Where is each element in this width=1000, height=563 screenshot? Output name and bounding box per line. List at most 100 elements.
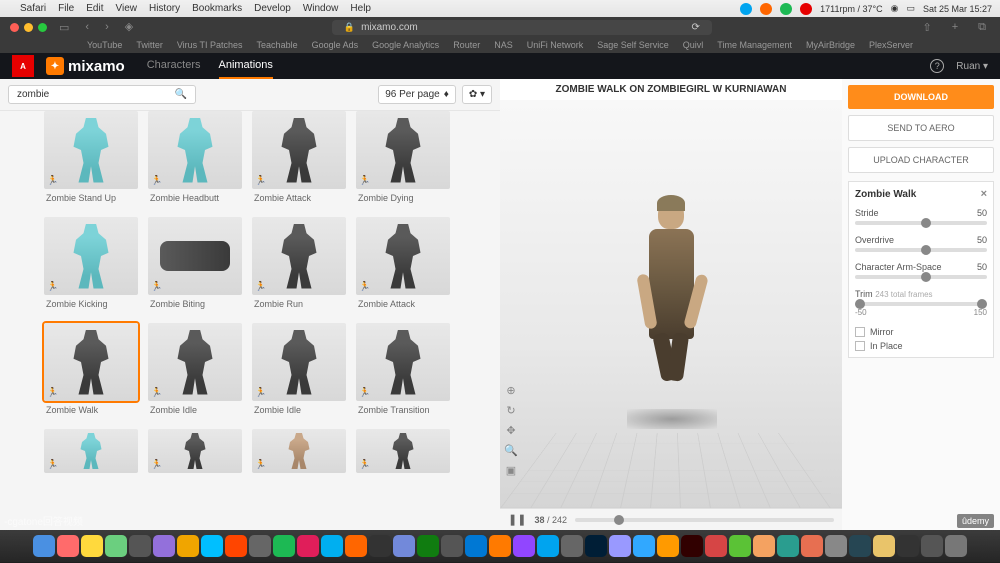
animation-card[interactable]: 🏃Zombie Attack [356, 217, 450, 313]
dock-app-icon[interactable] [513, 535, 535, 557]
settings-button[interactable]: ✿ ▾ [462, 85, 492, 104]
dock-app-icon[interactable] [801, 535, 823, 557]
animation-card[interactable]: 🏃Zombie Run [252, 217, 346, 313]
dock-app-icon[interactable] [393, 535, 415, 557]
slider-thumb[interactable] [921, 272, 931, 282]
battery-icon[interactable]: ▭ [906, 3, 915, 14]
bookmark-item[interactable]: NAS [494, 40, 513, 50]
dock-app-icon[interactable] [657, 535, 679, 557]
tab-characters[interactable]: Characters [147, 53, 201, 79]
back-button[interactable]: ‹ [81, 21, 93, 33]
dock-app-icon[interactable] [561, 535, 583, 557]
mirror-checkbox[interactable]: Mirror [855, 327, 987, 337]
menu-edit[interactable]: Edit [86, 3, 103, 14]
rotate-tool-icon[interactable]: ↻ [504, 404, 518, 418]
dock-app-icon[interactable] [825, 535, 847, 557]
dock-app-icon[interactable] [777, 535, 799, 557]
dock-app-icon[interactable] [921, 535, 943, 557]
bookmark-item[interactable]: Sage Self Service [597, 40, 669, 50]
status-icon[interactable] [760, 3, 772, 15]
tab-animations[interactable]: Animations [219, 53, 273, 79]
bookmark-item[interactable]: Virus TI Patches [177, 40, 243, 50]
dock-app-icon[interactable] [297, 535, 319, 557]
dock-app-icon[interactable] [537, 535, 559, 557]
slider-track[interactable] [855, 221, 987, 225]
dock-app-icon[interactable] [369, 535, 391, 557]
dock-app-icon[interactable] [873, 535, 895, 557]
timeline-thumb[interactable] [614, 515, 624, 525]
trim-thumb-end[interactable] [977, 299, 987, 309]
animation-card[interactable]: 🏃 [44, 429, 138, 473]
dock-app-icon[interactable] [705, 535, 727, 557]
slider-track[interactable] [855, 275, 987, 279]
trim-thumb-start[interactable] [855, 299, 865, 309]
trim-slider[interactable] [855, 302, 987, 306]
bookmark-item[interactable]: PlexServer [869, 40, 913, 50]
tabs-icon[interactable]: ⧉ [974, 21, 990, 34]
menu-help[interactable]: Help [350, 3, 371, 14]
animation-card[interactable]: 🏃Zombie Transition [356, 323, 450, 419]
bookmark-item[interactable]: Quivl [683, 40, 704, 50]
dock-app-icon[interactable] [345, 535, 367, 557]
status-icon[interactable] [780, 3, 792, 15]
fan-temp-status[interactable]: 1711rpm / 37°C [820, 4, 882, 14]
menu-bookmarks[interactable]: Bookmarks [192, 3, 242, 14]
help-icon[interactable]: ? [930, 59, 944, 73]
dock-app-icon[interactable] [441, 535, 463, 557]
close-icon[interactable]: × [981, 188, 987, 200]
slider-thumb[interactable] [921, 245, 931, 255]
dock-app-icon[interactable] [273, 535, 295, 557]
dock-app-icon[interactable] [681, 535, 703, 557]
dock-app-icon[interactable] [489, 535, 511, 557]
animation-card[interactable]: 🏃Zombie Idle [252, 323, 346, 419]
bookmark-item[interactable]: Router [453, 40, 480, 50]
bookmark-item[interactable]: Twitter [136, 40, 163, 50]
dock-app-icon[interactable] [177, 535, 199, 557]
window-minimize[interactable] [24, 23, 33, 32]
menu-develop[interactable]: Develop [254, 3, 291, 14]
dock-app-icon[interactable] [585, 535, 607, 557]
status-icon[interactable] [740, 3, 752, 15]
adobe-logo[interactable]: A [12, 55, 34, 77]
bookmark-item[interactable]: Time Management [717, 40, 792, 50]
animation-card[interactable]: 🏃Zombie Biting [148, 217, 242, 313]
bookmark-item[interactable]: Google Ads [312, 40, 359, 50]
animation-card[interactable]: 🏃Zombie Stand Up [44, 111, 138, 207]
bookmark-item[interactable]: YouTube [87, 40, 122, 50]
animation-card[interactable]: 🏃Zombie Idle [148, 323, 242, 419]
dock-app-icon[interactable] [57, 535, 79, 557]
slider-track[interactable] [855, 248, 987, 252]
menu-view[interactable]: View [115, 3, 137, 14]
shield-icon[interactable]: ◈ [121, 20, 137, 35]
dock-app-icon[interactable] [897, 535, 919, 557]
dock-app-icon[interactable] [729, 535, 751, 557]
animation-card[interactable]: 🏃 [252, 429, 346, 473]
camera-tool-icon[interactable]: ▣ [504, 464, 518, 478]
slider-thumb[interactable] [921, 218, 931, 228]
timeline-track[interactable] [575, 518, 834, 522]
animation-card[interactable]: 🏃Zombie Headbutt [148, 111, 242, 207]
animation-card[interactable]: 🏃 [356, 429, 450, 473]
upload-character-button[interactable]: UPLOAD CHARACTER [848, 147, 994, 173]
menu-file[interactable]: File [58, 3, 74, 14]
in-place-checkbox[interactable]: In Place [855, 341, 987, 351]
dock-app-icon[interactable] [201, 535, 223, 557]
download-button[interactable]: DOWNLOAD [848, 85, 994, 109]
search-input[interactable]: zombie 🔍 [8, 85, 196, 104]
dock-app-icon[interactable] [465, 535, 487, 557]
bookmark-item[interactable]: UniFi Network [527, 40, 584, 50]
dock-app-icon[interactable] [249, 535, 271, 557]
bookmark-item[interactable]: MyAirBridge [806, 40, 855, 50]
refresh-icon[interactable]: ⟳ [691, 22, 699, 33]
dock-app-icon[interactable] [129, 535, 151, 557]
pause-button[interactable]: ❚❚ [508, 513, 526, 526]
dock-app-icon[interactable] [849, 535, 871, 557]
animation-card[interactable]: 🏃 [148, 429, 242, 473]
datetime[interactable]: Sat 25 Mar 15:27 [923, 4, 992, 14]
new-tab-icon[interactable]: + [948, 21, 962, 33]
dock-app-icon[interactable] [753, 535, 775, 557]
dock-app-icon[interactable] [33, 535, 55, 557]
animation-card[interactable]: 🏃Zombie Kicking [44, 217, 138, 313]
per-page-select[interactable]: 96 Per page♦ [378, 85, 456, 104]
user-menu[interactable]: Ruan ▾ [956, 61, 988, 72]
